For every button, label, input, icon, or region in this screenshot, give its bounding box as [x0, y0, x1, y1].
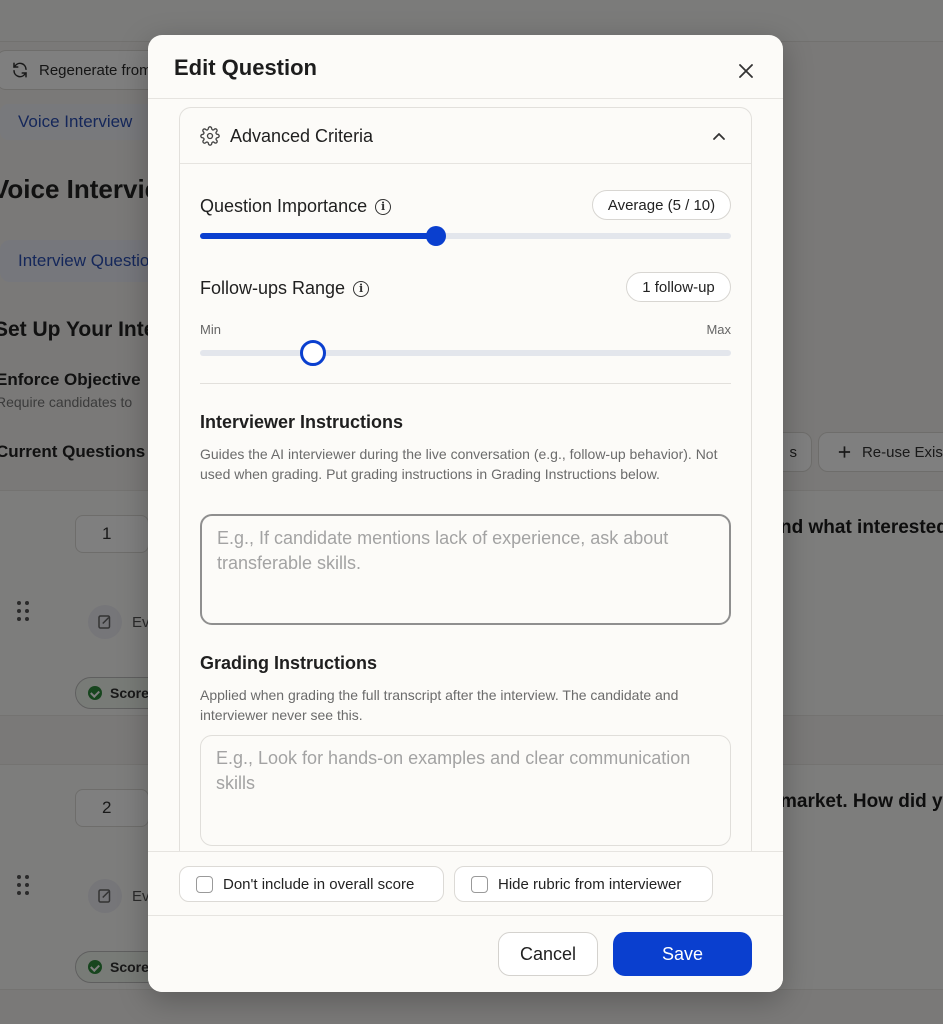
modal-title: Edit Question: [174, 55, 317, 80]
gear-icon: [200, 126, 220, 146]
question-importance-text: Question Importance: [200, 196, 368, 216]
interviewer-instructions-input[interactable]: [200, 514, 731, 625]
chevron-up-icon[interactable]: [710, 128, 728, 146]
hide-rubric-label: Hide rubric from interviewer: [498, 875, 682, 893]
modal-header: Edit Question: [148, 35, 783, 99]
interviewer-instructions-help: Guides the AI interviewer during the liv…: [200, 446, 718, 482]
followups-slider-thumb[interactable]: [300, 340, 327, 366]
importance-slider-fill: [200, 233, 437, 239]
info-icon[interactable]: i: [375, 198, 392, 215]
close-icon: [739, 64, 753, 78]
modal-footer: Cancel Save: [148, 915, 783, 992]
grading-instructions-title: Grading Instructions: [200, 653, 378, 673]
followups-slider-track[interactable]: [200, 340, 731, 366]
info-icon[interactable]: i: [353, 280, 370, 297]
question-options-bar: Don't include in overall score Hide rubr…: [148, 851, 783, 915]
min-label: Min: [200, 322, 221, 337]
importance-slider-track[interactable]: [200, 226, 731, 246]
max-label: Max: [706, 322, 731, 337]
followups-range-text: Follow-ups Range: [200, 278, 346, 298]
exclude-score-label: Don't include in overall score: [223, 875, 415, 893]
interviewer-instructions-title: Interviewer Instructions: [200, 412, 404, 432]
advanced-criteria-title: Advanced Criteria: [230, 126, 374, 146]
followups-value-badge: 1 follow-up: [626, 272, 731, 302]
advanced-criteria-section: Advanced Criteria Question Importance i …: [179, 107, 752, 867]
advanced-criteria-header[interactable]: Advanced Criteria: [180, 108, 751, 164]
grading-instructions-help: Applied when grading the full transcript…: [200, 687, 679, 723]
exclude-score-checkbox[interactable]: Don't include in overall score: [179, 866, 444, 902]
edit-question-modal: Edit Question Advanced Criteria Question…: [148, 35, 783, 992]
cancel-button[interactable]: Cancel: [498, 932, 598, 976]
grading-instructions-input[interactable]: [200, 735, 731, 846]
question-importance-label: Question Importance i: [200, 196, 392, 217]
importance-slider-thumb[interactable]: [426, 226, 447, 246]
save-button[interactable]: Save: [613, 932, 752, 976]
checkbox-box[interactable]: [471, 875, 488, 893]
followups-range-label: Follow-ups Range i: [200, 278, 370, 299]
divider: [200, 383, 731, 384]
close-button[interactable]: [734, 59, 758, 83]
hide-rubric-checkbox[interactable]: Hide rubric from interviewer: [454, 866, 713, 902]
checkbox-box[interactable]: [196, 875, 213, 893]
importance-value-badge: Average (5 / 10): [592, 190, 731, 220]
